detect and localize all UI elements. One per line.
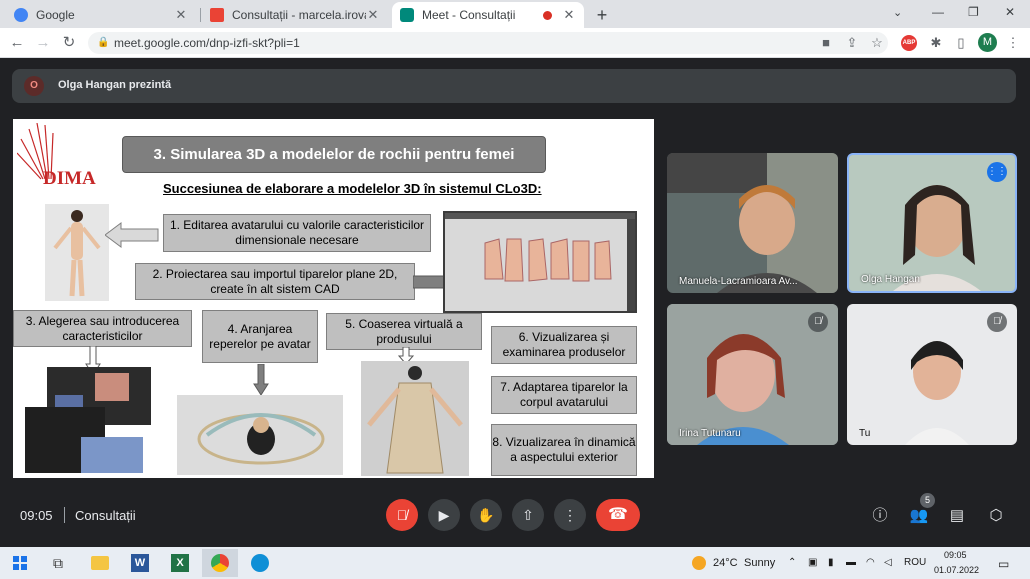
pattern-screenshot	[443, 211, 637, 313]
more-options-button[interactable]: ⋮	[554, 499, 586, 531]
tab-search-icon[interactable]: ⌄	[893, 6, 902, 19]
participant-name: Manuela-Lacramioara Av...	[679, 276, 798, 287]
profile-avatar[interactable]: M	[978, 33, 997, 52]
leave-call-button[interactable]: ☎	[596, 499, 640, 531]
url-text: meet.google.com/dnp-izfi-skt?pli=1	[114, 36, 300, 50]
presenter-label: Olga Hangan prezintă	[58, 79, 172, 91]
battery-icon[interactable]: ▬	[846, 557, 856, 568]
presenter-avatar: O	[24, 76, 44, 96]
participants-count-badge: 5	[920, 493, 935, 508]
restore-button[interactable]: ❐	[968, 5, 979, 19]
adblock-icon[interactable]: ABP	[901, 35, 917, 51]
step-2: 2. Proiectarea sau importul tiparelor pl…	[135, 263, 415, 300]
volume-icon[interactable]: ◁	[884, 557, 892, 568]
chrome-icon[interactable]	[202, 549, 238, 577]
step-7: 7. Adaptarea tiparelor la corpul avataru…	[491, 376, 637, 414]
chat-icon[interactable]: ▤	[946, 505, 968, 527]
tray-app-icon[interactable]: ▣	[808, 557, 817, 568]
side-panel-icon[interactable]: ▯	[952, 34, 970, 52]
tab-title: Meet - Consultații	[422, 8, 516, 22]
notifications-icon[interactable]: ▭	[998, 557, 1009, 571]
arrangement-screenshot	[177, 395, 343, 475]
camera-indicator-icon[interactable]: ■	[817, 34, 835, 52]
presentation-slide: DIMA 3. Simularea 3D a modelelor de roch…	[13, 119, 654, 478]
speaking-indicator-icon: ⋮⋮	[987, 162, 1007, 182]
clock-date[interactable]: 01.07.2022	[934, 565, 979, 575]
tab-title: Google	[36, 8, 75, 22]
tab-title: Consultații - marcela.irovan@gm	[232, 8, 366, 22]
menu-kebab-icon[interactable]: ⋮	[1004, 34, 1022, 52]
step-3: 3. Alegerea sau introducerea caracterist…	[13, 310, 192, 347]
participant-name: Irina Tutunaru	[679, 428, 741, 439]
step-1: 1. Editarea avatarului cu valorile carac…	[163, 214, 431, 252]
weather-temp: 24°C	[713, 557, 738, 569]
close-icon[interactable]: ✕	[174, 7, 188, 23]
google-icon	[14, 8, 28, 22]
minimize-button[interactable]: —	[932, 5, 944, 19]
language-indicator[interactable]: ROU	[904, 557, 926, 568]
recording-indicator-icon	[543, 10, 552, 20]
divider	[64, 507, 65, 523]
dima-logo	[17, 123, 54, 180]
meeting-name: Consultații	[75, 508, 136, 523]
extensions-icon[interactable]: ✱	[927, 34, 945, 52]
task-view-icon[interactable]: ⧉	[40, 549, 76, 577]
close-icon[interactable]: ✕	[366, 7, 380, 23]
mic-off-icon: 🎙̸	[808, 312, 828, 332]
reload-icon[interactable]: ↻	[60, 34, 78, 52]
slide-title: 3. Simularea 3D a modelelor de rochii pe…	[122, 136, 546, 173]
address-bar[interactable]: 🔒 meet.google.com/dnp-izfi-skt?pli=1	[88, 32, 888, 54]
arrow-left-icon	[105, 222, 159, 248]
weather-sun-icon	[692, 556, 706, 570]
file-explorer-icon[interactable]	[82, 549, 118, 577]
excel-icon[interactable]: X	[162, 549, 198, 577]
logo-text: DIMA	[43, 168, 96, 189]
participant-tile[interactable]: 🎙̸ Irina Tutunaru	[667, 304, 838, 445]
word-icon[interactable]: W	[122, 549, 158, 577]
close-window-button[interactable]: ✕	[1005, 5, 1015, 19]
windows-start-icon[interactable]	[2, 549, 38, 577]
meeting-info-icon[interactable]: ⓘ	[869, 505, 891, 527]
close-icon[interactable]: ✕	[562, 7, 576, 23]
edge-icon[interactable]	[242, 549, 278, 577]
activities-icon[interactable]: ⬡	[985, 505, 1007, 527]
lock-icon: 🔒	[97, 37, 110, 48]
forward-icon[interactable]: →	[34, 34, 52, 52]
arrow-down-icon	[253, 364, 269, 396]
gmail-icon	[210, 8, 224, 22]
participant-tile-self[interactable]: 🎙̸ Tu	[847, 304, 1017, 445]
back-icon[interactable]: ←	[8, 34, 26, 52]
slide-subtitle: Succesiunea de elaborare a modelelor 3D …	[163, 181, 542, 196]
participant-name: Olga Hangan	[861, 274, 920, 285]
participant-tile[interactable]: ⋮⋮ Olga Hangan	[847, 153, 1017, 293]
share-icon[interactable]: ⇪	[843, 34, 861, 52]
wifi-icon[interactable]: ◠	[866, 557, 875, 568]
meeting-time: 09:05	[20, 508, 53, 523]
bookmark-star-icon[interactable]: ☆	[868, 34, 886, 52]
fabric-screenshot	[25, 367, 151, 473]
step-8: 8. Vizualizarea în dinamică a aspectului…	[491, 424, 637, 476]
new-tab-button[interactable]: +	[592, 5, 612, 25]
mic-off-button[interactable]: 🎙̸	[386, 499, 418, 531]
meet-icon	[400, 8, 414, 22]
microphone-tray-icon[interactable]: ▮	[828, 557, 834, 568]
tab-meet[interactable]: Meet - Consultații ✕	[392, 2, 584, 28]
avatar-image	[45, 204, 109, 301]
tab-google[interactable]: Google ✕	[6, 2, 196, 28]
sewn-product-image	[361, 361, 469, 476]
tray-chevron-icon[interactable]: ⌃	[788, 557, 796, 568]
step-5: 5. Coaserea virtuală a produsului	[326, 313, 482, 350]
clock-time[interactable]: 09:05	[944, 550, 967, 560]
step-6: 6. Vizualizarea și examinarea produselor	[491, 326, 637, 364]
participant-name: Tu	[859, 428, 871, 439]
step-4: 4. Aranjarea reperelor pe avatar	[202, 310, 318, 363]
tab-gmail[interactable]: Consultații - marcela.irovan@gm ✕	[202, 2, 388, 28]
mic-off-icon: 🎙̸	[987, 312, 1007, 332]
raise-hand-button[interactable]: ✋	[470, 499, 502, 531]
participants-icon[interactable]: 👥	[908, 505, 930, 527]
present-button[interactable]: ⇧	[512, 499, 544, 531]
participant-tile[interactable]: Manuela-Lacramioara Av...	[667, 153, 838, 293]
weather-desc: Sunny	[744, 557, 776, 569]
camera-button[interactable]: ▶	[428, 499, 460, 531]
